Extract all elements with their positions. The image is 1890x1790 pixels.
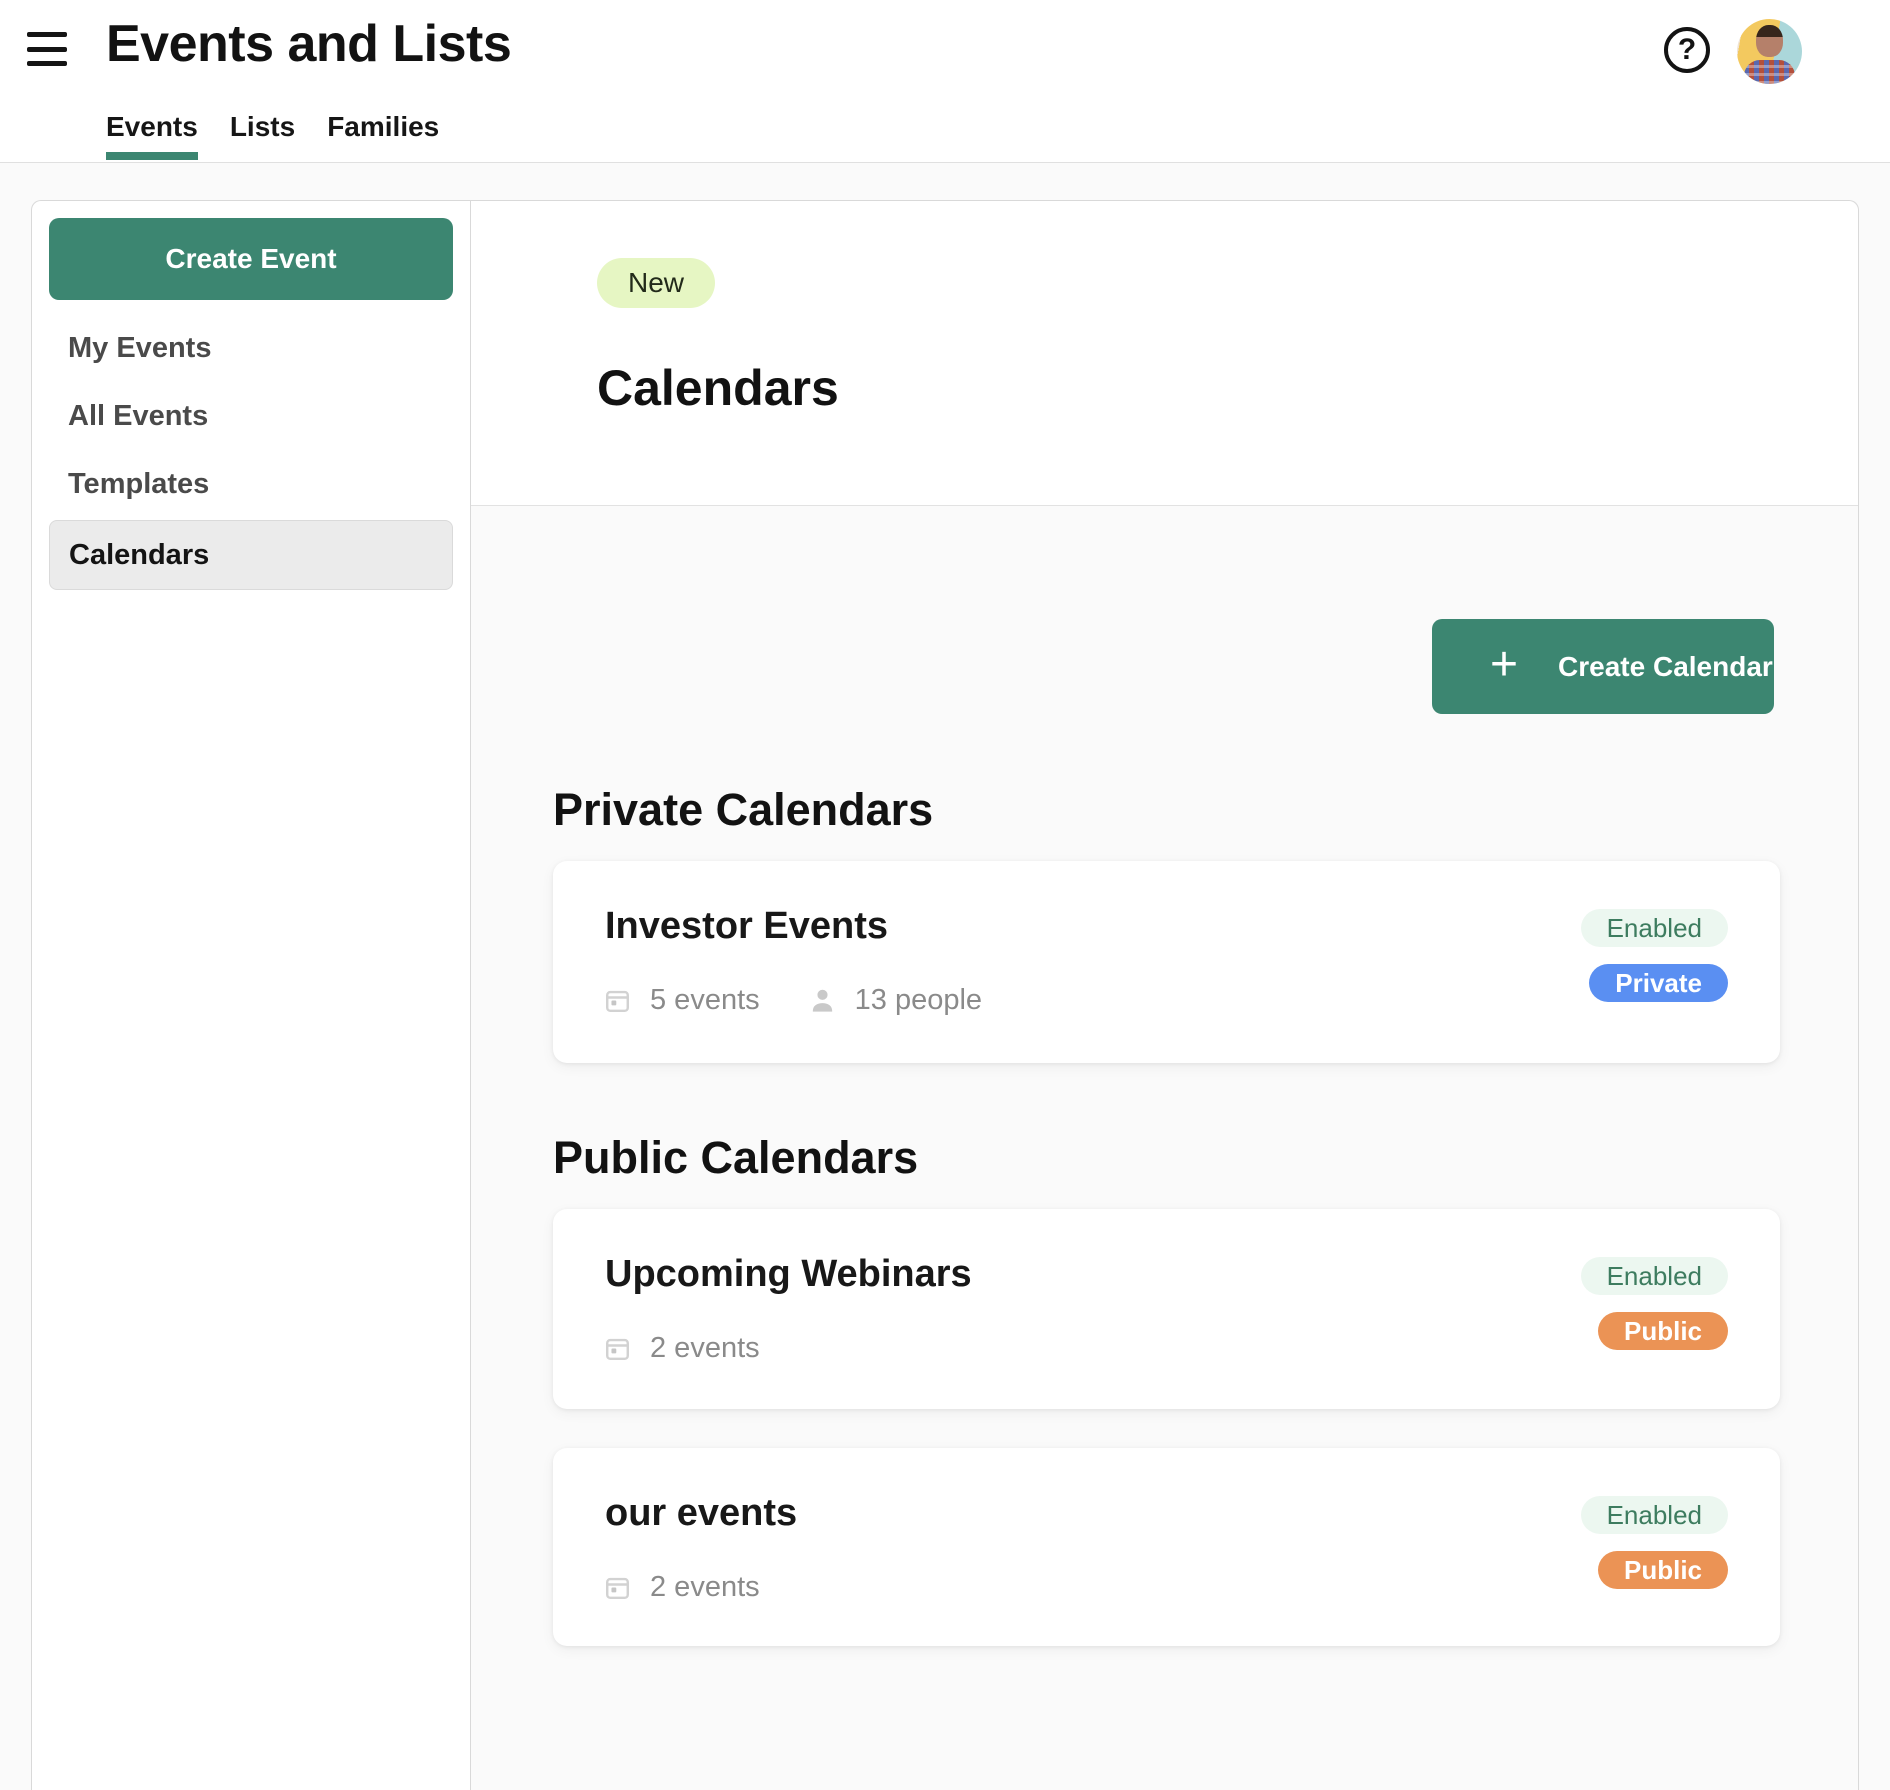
- status-badge: Enabled: [1581, 1496, 1728, 1534]
- create-event-button[interactable]: Create Event: [49, 218, 453, 300]
- person-icon: [808, 986, 837, 1015]
- sidebar-item-templates[interactable]: Templates: [32, 450, 470, 518]
- calendar-card-our-events[interactable]: our events 2 events Enabled Public: [553, 1448, 1780, 1646]
- create-calendar-label: Create Calendar: [1558, 651, 1773, 683]
- tab-lists[interactable]: Lists: [230, 93, 295, 161]
- status-badge: Enabled: [1581, 909, 1728, 947]
- calendar-icon: [603, 1573, 632, 1602]
- top-header: Events and Lists Events Lists Families ?: [0, 0, 1890, 163]
- menu-bar: [27, 47, 67, 52]
- people-count: 13 people: [808, 984, 982, 1017]
- main-panel: New Calendars + Create Calendar Private …: [471, 200, 1859, 1790]
- create-calendar-button[interactable]: + Create Calendar: [1432, 619, 1774, 714]
- user-avatar[interactable]: [1737, 19, 1802, 84]
- section-heading-public: Public Calendars: [553, 1132, 918, 1184]
- card-meta: 2 events: [603, 1331, 760, 1365]
- app: { "header": { "title": "Events and Lists…: [0, 0, 1890, 1790]
- card-title: our events: [605, 1492, 797, 1535]
- sidebar-nav: My Events All Events Templates Calendars: [32, 314, 470, 590]
- calendar-icon: [603, 986, 632, 1015]
- visibility-badge: Private: [1589, 964, 1728, 1002]
- events-count: 2 events: [603, 1332, 760, 1365]
- events-count: 5 events: [603, 984, 760, 1017]
- tab-families[interactable]: Families: [327, 93, 439, 161]
- page-header: New Calendars: [471, 201, 1858, 506]
- page-title: Calendars: [597, 359, 839, 417]
- card-meta: 5 events 13 people: [603, 983, 982, 1017]
- calendar-card-upcoming-webinars[interactable]: Upcoming Webinars 2 events Enabled Publi…: [553, 1209, 1780, 1409]
- card-title: Upcoming Webinars: [605, 1253, 972, 1296]
- menu-bar: [27, 61, 67, 66]
- tab-events[interactable]: Events: [106, 93, 198, 161]
- sidebar-item-calendars[interactable]: Calendars: [49, 520, 453, 590]
- tab-bar: Events Lists Families: [106, 93, 439, 161]
- sidebar: Create Event My Events All Events Templa…: [31, 200, 471, 1790]
- menu-icon[interactable]: [27, 30, 67, 68]
- calendar-card-investor-events[interactable]: Investor Events 5 events 13 people Enabl…: [553, 861, 1780, 1063]
- new-badge: New: [597, 258, 715, 308]
- status-badge: Enabled: [1581, 1257, 1728, 1295]
- visibility-badge: Public: [1598, 1312, 1728, 1350]
- help-icon[interactable]: ?: [1664, 27, 1710, 73]
- card-meta: 2 events: [603, 1570, 760, 1604]
- app-title: Events and Lists: [106, 14, 511, 74]
- avatar-head-art: [1756, 25, 1783, 57]
- section-heading-private: Private Calendars: [553, 784, 933, 836]
- sidebar-item-my-events[interactable]: My Events: [32, 314, 470, 382]
- sidebar-item-all-events[interactable]: All Events: [32, 382, 470, 450]
- calendar-icon: [603, 1334, 632, 1363]
- question-mark-glyph: ?: [1678, 33, 1696, 67]
- menu-bar: [27, 32, 67, 37]
- events-count: 2 events: [603, 1571, 760, 1604]
- avatar-shirt-art: [1744, 60, 1795, 84]
- visibility-badge: Public: [1598, 1551, 1728, 1589]
- card-title: Investor Events: [605, 905, 888, 948]
